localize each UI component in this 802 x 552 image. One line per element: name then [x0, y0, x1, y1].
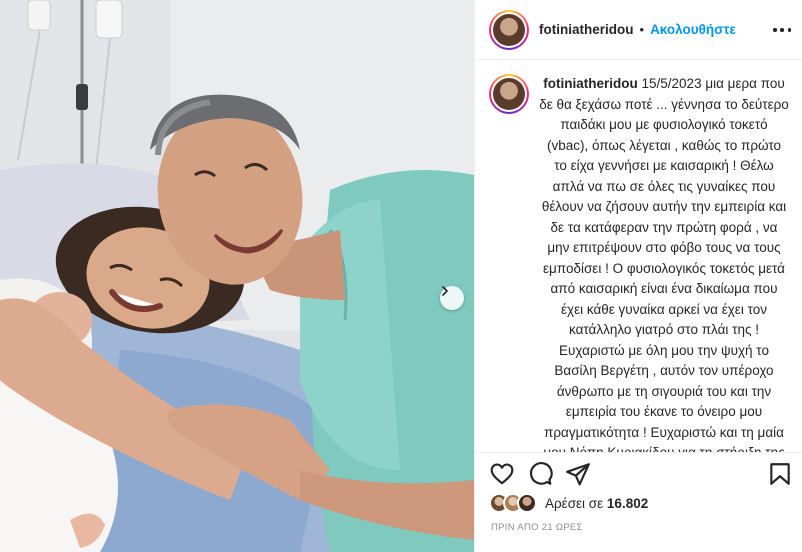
- photo-illustration: [0, 0, 474, 552]
- caption-text: fotiniatheridou 15/5/2023 μια μερα που δ…: [539, 74, 789, 452]
- caption-body: μια μερα που δε θα ξεχάσω ποτέ ... γέννη…: [539, 76, 789, 452]
- profile-picture: [493, 13, 525, 46]
- caption-section: fotiniatheridou 15/5/2023 μια μερα που δ…: [475, 60, 802, 452]
- likes-row: Αρέσει σε 16.802: [489, 493, 648, 513]
- likes-count-link[interactable]: Αρέσει σε 16.802: [545, 496, 648, 511]
- action-bar: [489, 461, 591, 487]
- post-photo[interactable]: [0, 0, 474, 552]
- likes-prefix: Αρέσει σε: [545, 495, 604, 511]
- caption-avatar[interactable]: [489, 74, 529, 114]
- share-icon[interactable]: [565, 461, 591, 487]
- follow-button[interactable]: Ακολουθήστε: [650, 22, 736, 37]
- caption-date: 15/5/2023: [641, 76, 702, 91]
- liker-avatars[interactable]: [489, 493, 537, 513]
- post-footer: Αρέσει σε 16.802 ΠΡΙΝ ΑΠΟ 21 ΩΡΕΣ: [475, 452, 802, 552]
- post-header: fotiniatheridou • Ακολουθήστε: [475, 0, 802, 60]
- post-side-panel: fotiniatheridou • Ακολουθήστε fotiniathe…: [474, 0, 802, 552]
- liker-avatar: [517, 493, 537, 513]
- caption-username[interactable]: fotiniatheridou: [543, 76, 638, 91]
- profile-picture: [493, 78, 525, 110]
- post-timestamp[interactable]: ΠΡΙΝ ΑΠΟ 21 ΩΡΕΣ: [491, 522, 583, 533]
- heart-icon[interactable]: [489, 461, 515, 487]
- separator-dot: •: [639, 22, 645, 37]
- bookmark-icon[interactable]: [767, 461, 793, 487]
- next-photo-button[interactable]: [440, 286, 464, 310]
- chevron-right-icon: [442, 286, 448, 296]
- likes-count: 16.802: [606, 495, 649, 511]
- avatar[interactable]: [489, 9, 529, 50]
- more-icon[interactable]: [773, 22, 791, 38]
- comment-icon[interactable]: [527, 461, 553, 487]
- username-link[interactable]: fotiniatheridou: [539, 22, 634, 37]
